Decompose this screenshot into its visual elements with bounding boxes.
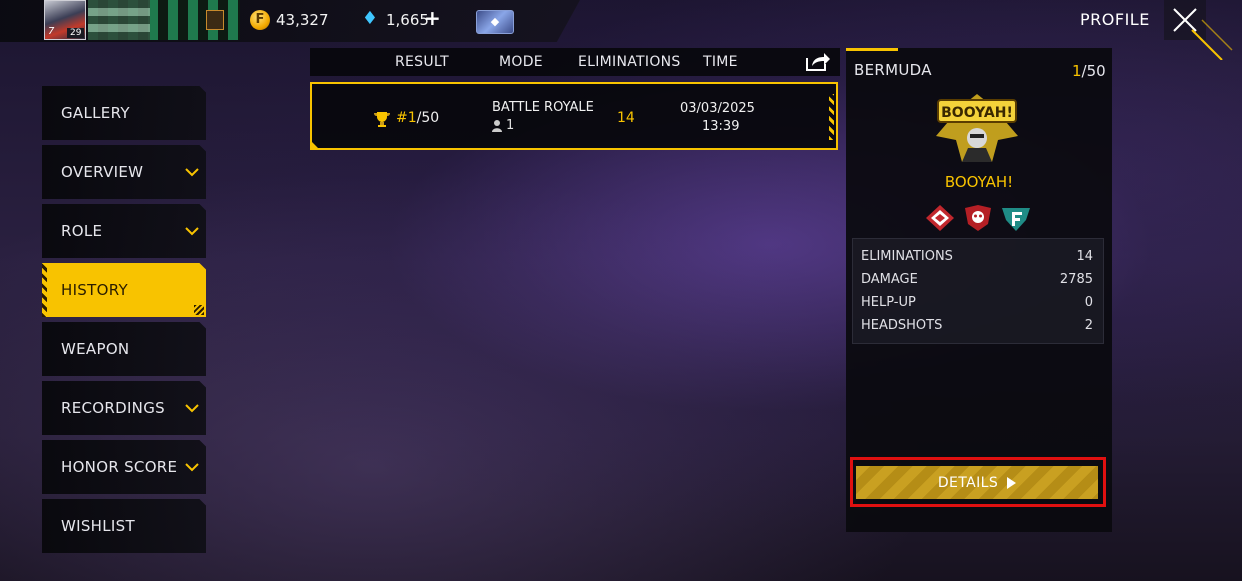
result-rank: #1/50 [396,110,440,126]
booyah-emblem-icon: BOOYAH! [936,94,1018,162]
add-diamonds-button[interactable]: + [424,6,441,30]
chevron-down-icon [185,168,199,177]
sidebar-item-overview[interactable]: OVERVIEW [42,145,206,199]
stat-label: ELIMINATIONS [861,249,953,264]
gold-coin-icon: F [250,10,270,30]
column-header-time: TIME [703,54,738,70]
stat-value: 14 [1076,249,1093,264]
match-eliminations: 14 [617,110,635,126]
match-badges [924,204,1032,232]
sidebar-item-label: RECORDINGS [61,399,165,417]
share-icon[interactable] [805,50,831,72]
active-stripe [42,263,47,317]
chevron-down-icon [185,227,199,236]
sidebar-item-weapon[interactable]: WEAPON [42,322,206,376]
person-icon [492,119,502,132]
details-button-label: DETAILS [937,474,999,491]
sidebar-item-label: GALLERY [61,104,130,122]
sidebar-item-label: HONOR SCORE [61,458,178,476]
chevron-down-icon [185,404,199,413]
sidebar-item-wishlist[interactable]: WISHLIST [42,499,206,553]
panel-accent-line [846,48,898,51]
sidebar-item-role[interactable]: ROLE [42,204,206,258]
booyah-emblem-text: BOOYAH! [941,105,1013,121]
match-time: 13:39 [702,119,740,134]
rank-badge-icon [206,10,224,30]
sidebar-item-label: ROLE [61,222,103,240]
avatar[interactable]: 7 29 [44,0,86,40]
player-level: 29 [67,28,85,38]
blurred-name [88,0,150,40]
match-date: 03/03/2025 [680,101,755,116]
stat-value: 0 [1084,295,1093,310]
sidebar-item-recordings[interactable]: RECORDINGS [42,381,206,435]
team-badge-icon[interactable] [1000,204,1032,232]
active-corner [194,305,204,315]
sidebar-item-history[interactable]: HISTORY [42,263,206,317]
row-corner [310,140,320,150]
column-header-mode: MODE [499,54,543,70]
stat-value: 2 [1084,318,1093,333]
sidebar-item-label: HISTORY [61,281,128,299]
diamond-icon: ♦ [361,8,379,29]
match-stats: ELIMINATIONS 14 DAMAGE 2785 HELP-UP 0 HE… [852,238,1104,344]
chevron-down-icon [185,463,199,472]
column-header-eliminations: ELIMINATIONS [578,54,681,70]
corner-decoration [1191,19,1233,60]
diamond-balance: 1,665 [386,11,429,29]
play-arrow-icon [1007,476,1017,489]
squad-size: 1 [492,118,514,133]
table-row[interactable]: #1/50 BATTLE ROYALE 1 14 03/03/2025 13:3… [310,82,838,150]
skull-badge-icon[interactable] [962,204,994,232]
avatar-number: 7 [48,26,55,37]
honor-badge-icon[interactable] [924,204,956,232]
placement: 1/50 [1072,62,1106,80]
gold-balance: 43,327 [276,11,329,29]
player-nameplate[interactable] [88,0,240,40]
trophy-icon [374,112,390,127]
sidebar-item-label: WISHLIST [61,517,135,535]
details-button[interactable]: DETAILS [856,466,1098,499]
sidebar-item-label: OVERVIEW [61,163,144,181]
match-mode: BATTLE ROYALE [492,100,594,115]
stat-value: 2785 [1059,272,1093,287]
sidebar-nav: GALLERY OVERVIEW ROLE HISTORY WEAPON REC… [42,86,206,558]
stat-label: HEADSHOTS [861,318,943,333]
map-name: BERMUDA [854,61,932,79]
row-stripe [829,94,834,140]
membership-card-icon[interactable]: ◆ [476,10,514,34]
stat-label: DAMAGE [861,272,918,287]
sidebar-item-honor-score[interactable]: HONOR SCORE [42,440,206,494]
column-header-result: RESULT [395,54,449,70]
page-title: PROFILE [1080,10,1150,29]
result-label: BOOYAH! [944,173,1014,191]
sidebar-item-gallery[interactable]: GALLERY [42,86,206,140]
sidebar-item-label: WEAPON [61,340,130,358]
stat-label: HELP-UP [861,295,916,310]
history-table-header: RESULT MODE ELIMINATIONS TIME [310,48,840,76]
